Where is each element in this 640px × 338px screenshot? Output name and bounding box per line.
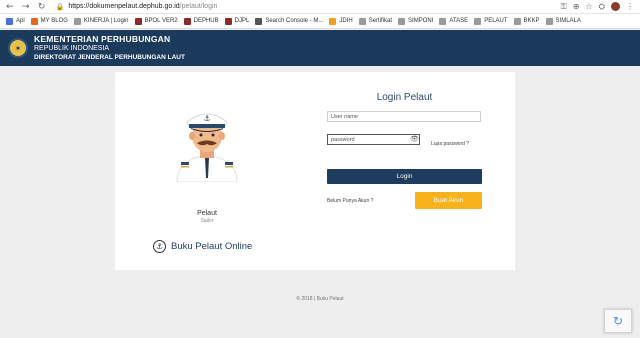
bookmark-label: BPOL VER2	[144, 18, 178, 24]
bookmark-item[interactable]: KINERJA | Login	[73, 17, 129, 25]
bookmark-favicon-icon	[474, 17, 482, 25]
bookmark-item[interactable]: Sertifikat	[358, 17, 393, 25]
url-field[interactable]: 🔒 https://dokumenpelaut.dephub.go.id/pel…	[56, 1, 561, 12]
bookmark-item[interactable]: Apl	[6, 17, 25, 25]
bookmark-favicon-icon	[513, 17, 521, 25]
bookmark-favicon-icon	[545, 17, 553, 25]
browser-address-bar: ← → ↻ 🔒 https://dokumenpelaut.dephub.go.…	[0, 0, 640, 14]
bookmark-item[interactable]: MY BLOG	[30, 17, 68, 25]
profile-avatar[interactable]	[611, 2, 620, 11]
bookmark-favicon-icon	[439, 17, 447, 25]
recaptcha-icon[interactable]: ↻	[604, 309, 632, 333]
bookmark-favicon-icon	[358, 17, 366, 25]
bookmark-label: SIMPONI	[408, 18, 434, 24]
profile-name: Pelaut	[197, 210, 217, 217]
ministry-brand: KEMENTERIAN PERHUBUNGAN REPUBLIK INDONES…	[34, 34, 185, 62]
bookmark-item[interactable]: Search Console - M...	[255, 17, 324, 25]
ministry-logo-icon: ✶	[8, 38, 28, 58]
bookmark-item[interactable]: DJPL	[224, 17, 250, 25]
bookmark-item[interactable]: BKKP	[513, 17, 540, 25]
forgot-password-link[interactable]: Lupa password ?	[431, 141, 469, 147]
reload-icon[interactable]: ↻	[36, 1, 48, 13]
bookmark-favicon-icon	[183, 17, 191, 25]
bookmark-label: DEPHUB	[193, 18, 219, 24]
bookmark-favicon-icon	[73, 17, 81, 25]
star-icon[interactable]: ☆	[585, 2, 592, 11]
svg-text:⚓: ⚓	[203, 114, 210, 123]
buku-pelaut-logo-icon: ⚓	[153, 240, 166, 253]
bookmark-favicon-icon	[398, 17, 406, 25]
menu-icon[interactable]: ⋮	[626, 2, 634, 11]
ministry-country: REPUBLIK INDONESIA	[34, 45, 110, 52]
key-icon[interactable]: ⚿	[561, 2, 567, 12]
bookmark-favicon-icon	[224, 17, 232, 25]
bookmark-label: SIMLALA	[555, 18, 581, 24]
forward-icon[interactable]: →	[20, 1, 32, 13]
bookmark-label: JDIH	[339, 18, 353, 24]
login-title: Login Pelaut	[376, 92, 433, 103]
bookmark-favicon-icon	[329, 17, 337, 25]
ministry-name: KEMENTERIAN PERHUBUNGAN	[34, 34, 171, 44]
bookmark-favicon-icon	[134, 17, 142, 25]
bookmark-label: PELAUT	[484, 18, 508, 24]
bookmark-label: KINERJA | Login	[83, 18, 129, 24]
bookmark-item[interactable]: BPOL VER2	[134, 17, 178, 25]
sailor-avatar-icon: ⚓	[176, 113, 238, 182]
bookmark-item[interactable]: SIMPONI	[398, 17, 434, 25]
buku-pelaut-title: Buku Pelaut Online	[171, 241, 253, 252]
bookmark-item[interactable]: PELAUT	[474, 17, 508, 25]
bookmark-label: Sertifikat	[368, 18, 393, 24]
url-path: /pelaut/login	[179, 3, 218, 10]
bookmark-favicon-icon	[255, 17, 263, 25]
bookmark-item[interactable]: JDIH	[329, 17, 353, 25]
bookmark-favicon-icon	[30, 17, 38, 25]
login-button[interactable]: Login	[327, 169, 482, 184]
extension-icon[interactable]: ⛭	[599, 2, 605, 12]
bookmark-label: ATASE	[449, 18, 469, 24]
show-password-icon[interactable]: 👁	[410, 135, 419, 143]
password-input[interactable]: password	[327, 134, 420, 145]
login-card: ⚓ Pelaut Sailor Login Pelaut User name p…	[115, 72, 515, 270]
create-account-button[interactable]: Buat Akun	[415, 192, 482, 209]
bookmark-favicon-icon	[6, 17, 13, 25]
site-header: ✶ KEMENTERIAN PERHUBUNGAN REPUBLIK INDON…	[0, 30, 640, 66]
directorate-name: DIREKTORAT JENDERAL PERHUBUNGAN LAUT	[34, 54, 185, 61]
footer-text: © 2018 | Buku Pelaut	[296, 296, 344, 302]
bookmarks-bar: Apl MY BLOG KINERJA | Login BPOL VER2 DEPHUB…	[0, 14, 640, 29]
lock-icon: 🔒	[55, 2, 65, 11]
bookmark-label: BKKP	[523, 18, 540, 24]
back-icon[interactable]: ←	[4, 1, 16, 13]
no-account-label: Belum Punya Akun ?	[327, 198, 374, 204]
url-host: https://dokumenpelaut.dephub.go.id	[68, 3, 180, 10]
bookmark-label: Search Console - M...	[265, 18, 324, 24]
bookmark-item[interactable]: DEPHUB	[183, 17, 219, 25]
bookmark-label: DJPL	[234, 18, 250, 24]
bookmark-item[interactable]: ATASE	[439, 17, 469, 25]
bookmark-label: Apl	[16, 18, 25, 24]
bookmark-label: MY BLOG	[40, 18, 68, 24]
username-input[interactable]: User name	[327, 111, 481, 122]
zoom-icon[interactable]: ⊕	[573, 2, 580, 11]
profile-subtitle: Sailor	[200, 218, 214, 224]
bookmark-item[interactable]: SIMLALA	[545, 17, 581, 25]
